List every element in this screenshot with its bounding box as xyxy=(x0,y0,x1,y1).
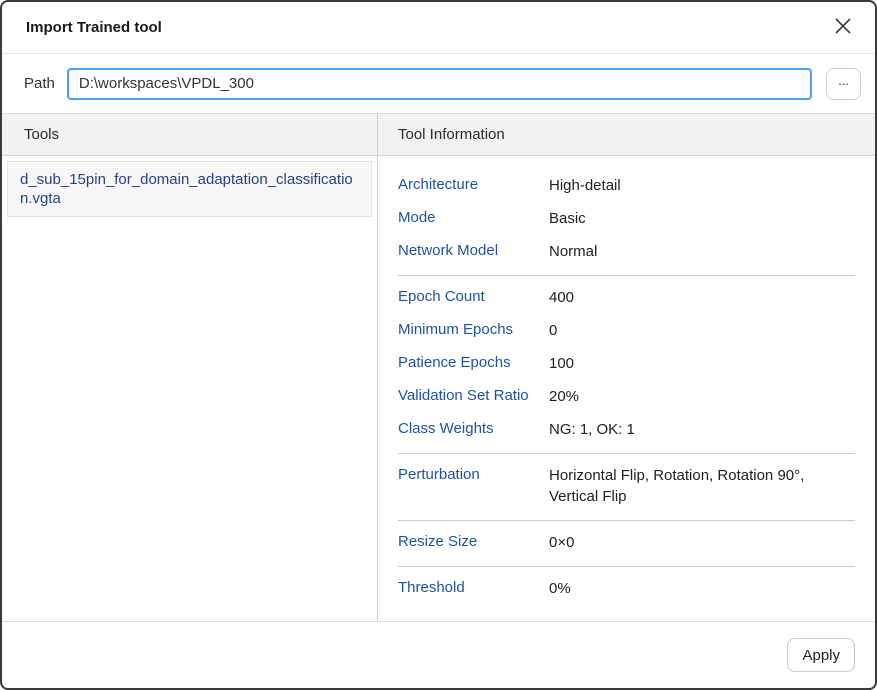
tool-info-table: ArchitectureHigh-detailModeBasicNetwork … xyxy=(378,156,875,606)
info-row: Minimum Epochs0 xyxy=(398,315,855,348)
apply-button[interactable]: Apply xyxy=(787,638,855,672)
tools-panel-header: Tools xyxy=(2,114,377,156)
close-icon xyxy=(834,17,852,38)
browse-button[interactable]: ... xyxy=(826,68,861,100)
footer: Apply xyxy=(2,621,875,688)
info-value: 20% xyxy=(549,386,855,407)
tools-panel: Tools d_sub_15pin_for_domain_adaptation_… xyxy=(2,114,378,621)
info-label: Perturbation xyxy=(398,467,549,507)
dialog-title: Import Trained tool xyxy=(26,19,829,36)
info-label: Patience Epochs xyxy=(398,355,549,374)
group-divider xyxy=(398,453,855,454)
group-divider xyxy=(398,566,855,567)
title-bar: Import Trained tool xyxy=(2,2,875,54)
tool-information-header: Tool Information xyxy=(378,114,875,156)
content-area: Tools d_sub_15pin_for_domain_adaptation_… xyxy=(2,114,875,621)
info-value: 0 xyxy=(549,320,855,341)
group-divider xyxy=(398,275,855,276)
path-input[interactable] xyxy=(67,68,812,100)
info-label: Class Weights xyxy=(398,421,549,440)
info-row: Patience Epochs100 xyxy=(398,348,855,381)
info-label: Epoch Count xyxy=(398,289,549,308)
info-label: Minimum Epochs xyxy=(398,322,549,341)
info-row: Validation Set Ratio20% xyxy=(398,381,855,414)
info-value: Horizontal Flip, Rotation, Rotation 90°,… xyxy=(549,465,855,507)
info-label: Threshold xyxy=(398,580,549,599)
import-trained-tool-dialog: Import Trained tool Path ... Tools d_sub… xyxy=(0,0,877,690)
info-label: Network Model xyxy=(398,243,549,262)
path-label: Path xyxy=(24,75,55,92)
info-row: Resize Size0×0 xyxy=(398,527,855,560)
tools-list: d_sub_15pin_for_domain_adaptation_classi… xyxy=(2,156,377,222)
info-row: PerturbationHorizontal Flip, Rotation, R… xyxy=(398,460,855,514)
info-row: Network ModelNormal xyxy=(398,236,855,269)
info-label: Resize Size xyxy=(398,534,549,553)
info-value: Basic xyxy=(549,208,855,229)
group-divider xyxy=(398,520,855,521)
info-value: 100 xyxy=(549,353,855,374)
close-button[interactable] xyxy=(829,14,857,42)
info-row: ModeBasic xyxy=(398,203,855,236)
tool-information-panel: Tool Information ArchitectureHigh-detail… xyxy=(378,114,875,621)
info-label: Validation Set Ratio xyxy=(398,388,549,407)
info-value: Normal xyxy=(549,241,855,262)
info-row: Epoch Count400 xyxy=(398,282,855,315)
info-row: Class WeightsNG: 1, OK: 1 xyxy=(398,414,855,447)
info-row: Threshold0% xyxy=(398,573,855,606)
info-value: 400 xyxy=(549,287,855,308)
tool-list-item[interactable]: d_sub_15pin_for_domain_adaptation_classi… xyxy=(7,161,372,217)
path-row: Path ... xyxy=(2,54,875,114)
info-label: Architecture xyxy=(398,177,549,196)
info-value: 0% xyxy=(549,578,855,599)
info-label: Mode xyxy=(398,210,549,229)
info-value: NG: 1, OK: 1 xyxy=(549,419,855,440)
info-value: High-detail xyxy=(549,175,855,196)
info-value: 0×0 xyxy=(549,532,855,553)
info-row: ArchitectureHigh-detail xyxy=(398,170,855,203)
